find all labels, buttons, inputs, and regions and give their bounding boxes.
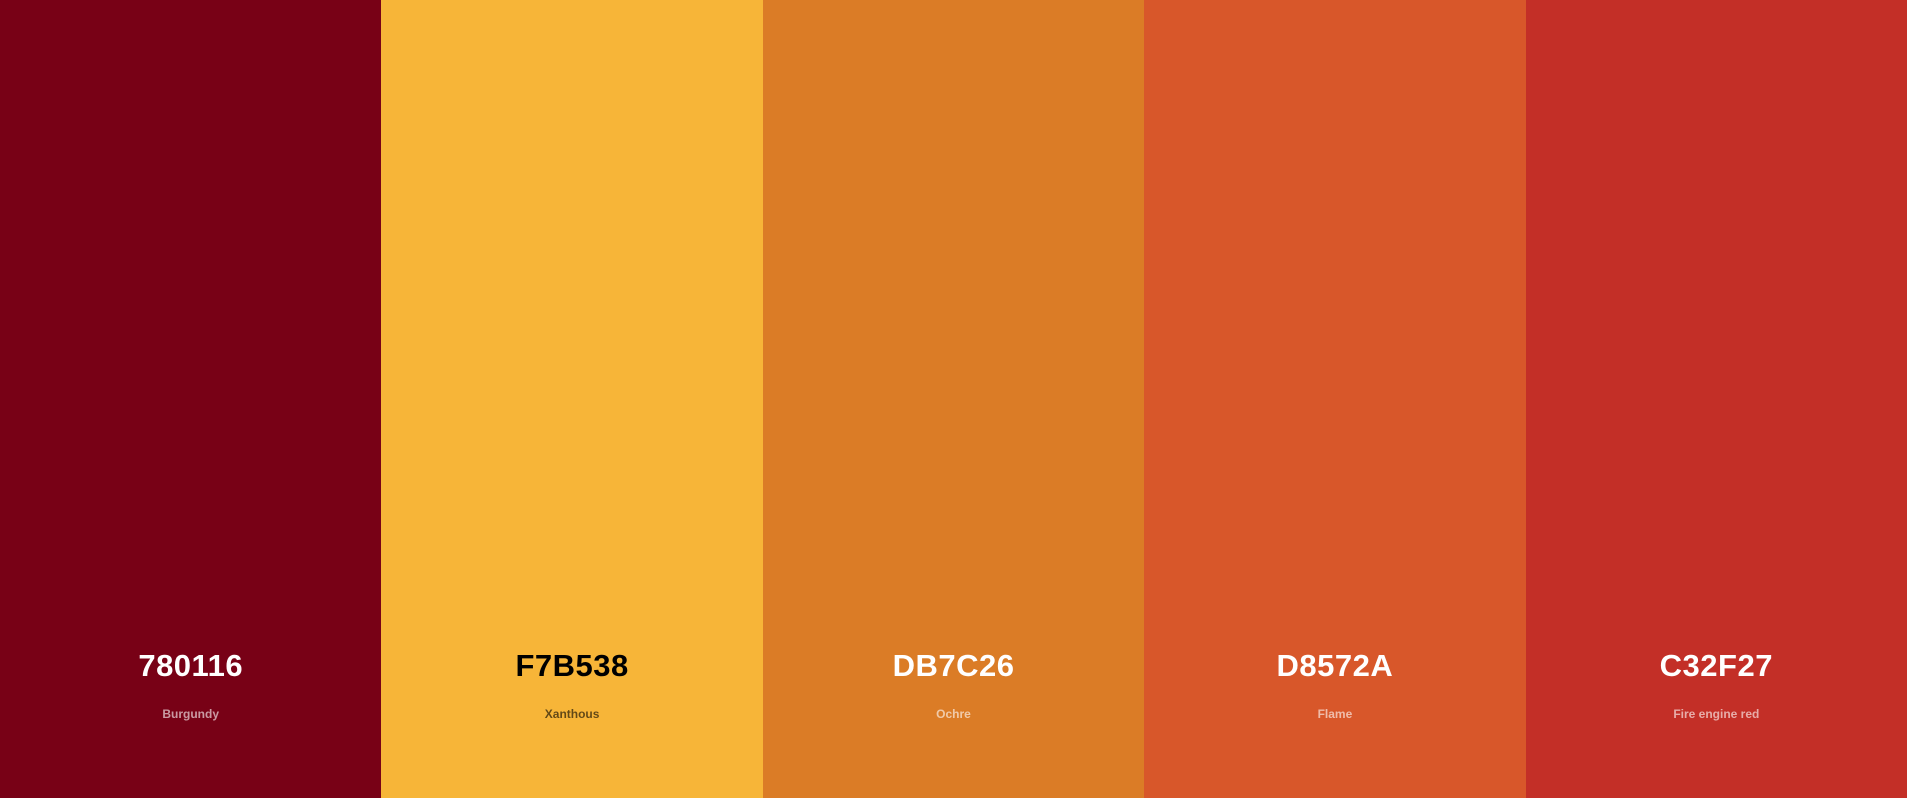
swatch-name: Burgundy (162, 707, 220, 721)
swatch-ochre[interactable]: DB7C26 Ochre (762, 0, 1145, 798)
swatch-fire-engine-red[interactable]: C32F27 Fire engine red (1525, 0, 1907, 798)
swatch-name: Xanthous (544, 707, 600, 721)
swatch-name: Flame (1317, 707, 1353, 721)
swatch-hex[interactable]: DB7C26 (763, 648, 1144, 684)
swatch-hex[interactable]: C32F27 (1526, 648, 1907, 684)
swatch-burgundy[interactable]: 780116 Burgundy (0, 0, 382, 798)
swatch-hex[interactable]: D8572A (1144, 648, 1525, 684)
swatch-xanthous[interactable]: F7B538 Xanthous (381, 0, 763, 798)
swatch-name: Fire engine red (1673, 707, 1760, 721)
swatch-hex[interactable]: 780116 (0, 648, 381, 684)
color-palette: 780116 Burgundy F7B538 Xanthous DB7C26 O… (0, 0, 1907, 798)
swatch-hex[interactable]: F7B538 (381, 648, 762, 684)
swatch-flame[interactable]: D8572A Flame (1144, 0, 1526, 798)
swatch-name: Ochre (936, 707, 971, 721)
